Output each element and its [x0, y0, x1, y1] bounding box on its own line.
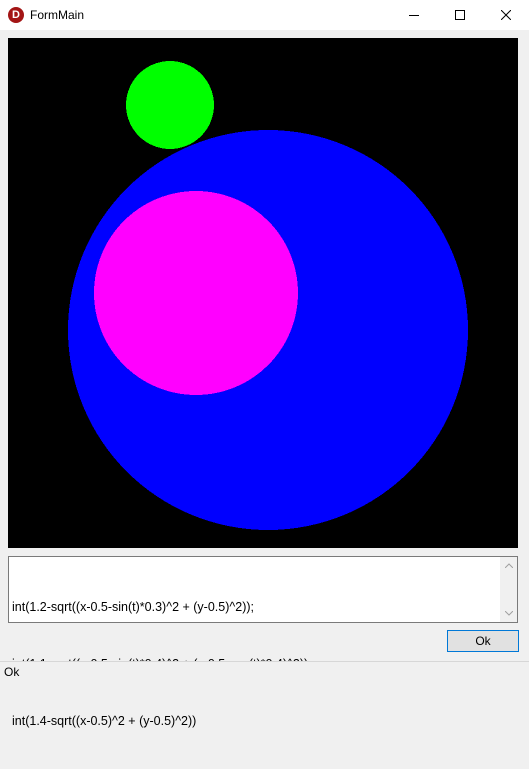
status-bar: Ok [0, 661, 529, 681]
status-text: Ok [4, 665, 20, 679]
minimize-icon [409, 15, 419, 16]
window-title: FormMain [30, 8, 85, 22]
app-icon: D [8, 7, 24, 23]
render-canvas [8, 38, 518, 548]
close-button[interactable] [483, 0, 529, 30]
minimize-button[interactable] [391, 0, 437, 30]
close-icon [501, 10, 511, 20]
magenta-circle [94, 191, 298, 395]
green-circle [126, 61, 214, 149]
maximize-icon [455, 10, 465, 20]
main-window: D FormMain int(1.2-sqrt((x-0.5-sin(t)*0.… [0, 0, 529, 728]
ok-button[interactable]: Ok [447, 630, 519, 652]
scroll-down-icon[interactable] [500, 605, 517, 622]
plasma-image [8, 38, 518, 548]
scroll-up-icon[interactable] [500, 557, 517, 574]
formula-line[interactable]: int(1.2-sqrt((x-0.5-sin(t)*0.3)^2 + (y-0… [12, 598, 497, 617]
formula-memo[interactable]: int(1.2-sqrt((x-0.5-sin(t)*0.3)^2 + (y-0… [8, 556, 518, 728]
title-bar: D FormMain [0, 0, 529, 30]
formula-line[interactable]: int(1.4-sqrt((x-0.5)^2 + (y-0.5)^2)) [12, 712, 497, 731]
memo-scrollbar[interactable] [500, 557, 517, 622]
maximize-button[interactable] [437, 0, 483, 30]
